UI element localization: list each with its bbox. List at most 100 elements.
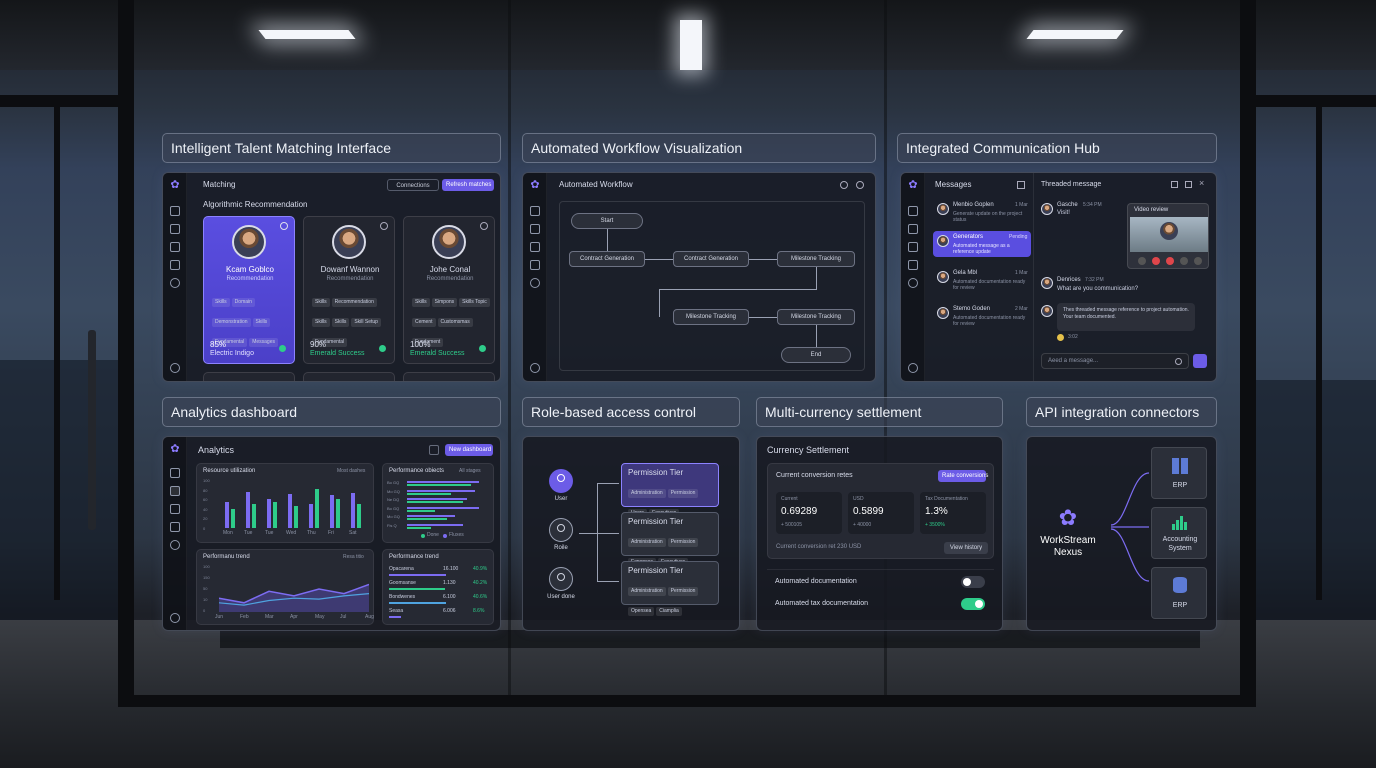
help-icon[interactable] [170, 363, 180, 373]
emoji-icon[interactable] [1175, 358, 1182, 365]
section-subtitle: Algorithmic Recommendation [203, 200, 308, 209]
video-review-window[interactable]: Video review [1127, 203, 1209, 269]
people-icon[interactable] [170, 206, 180, 216]
screen-share-icon[interactable] [1180, 257, 1188, 265]
calendar-icon[interactable] [908, 242, 918, 252]
rate-conversions-button[interactable]: Rate conversions [938, 470, 988, 482]
settings-icon[interactable] [530, 278, 540, 288]
node-contract-generation[interactable]: Contract Generation [673, 251, 749, 267]
inbox-icon[interactable] [908, 206, 918, 216]
camera-icon[interactable] [1166, 257, 1174, 265]
filter-icon[interactable] [429, 445, 439, 455]
window-frame [1240, 0, 1256, 705]
permission-tier-card[interactable]: Permission Tier Administration Permission… [621, 561, 719, 616]
users-icon[interactable] [170, 224, 180, 234]
x-tick: Mon [223, 530, 233, 536]
settings-icon[interactable] [908, 278, 918, 288]
chart-icon[interactable] [530, 260, 540, 270]
candidate-card[interactable]: Johe Conal Recommendation Skills Simpons S… [403, 216, 495, 364]
users-icon[interactable] [908, 224, 918, 234]
automated-documentation-toggle[interactable] [961, 576, 985, 588]
message-item[interactable]: Gela Mbl 1 Mar Automated documentation r… [931, 267, 1031, 293]
users-icon[interactable] [170, 468, 180, 478]
panel-title: Analytics [198, 445, 235, 455]
help-icon[interactable] [170, 613, 180, 623]
help-icon[interactable] [908, 363, 918, 373]
node-milestone-tracking[interactable]: Milestone Tracking [673, 309, 749, 325]
x-tick: Tue [265, 530, 274, 536]
conversion-rates-card: Current conversion retes Rate conversion… [767, 463, 994, 559]
info-icon[interactable] [280, 222, 288, 230]
node-contract-generation[interactable]: Contract Generation [569, 251, 645, 267]
card-filter[interactable]: Most dashes [337, 468, 365, 474]
node-start[interactable]: Start [571, 213, 643, 229]
connections-button[interactable]: Connections [387, 179, 439, 191]
info-icon[interactable] [380, 222, 388, 230]
progress-bar-green [407, 526, 431, 529]
analytics-panel: ✿ Analytics New dashboard Resource utili… [162, 436, 501, 631]
panel-title: Messages [935, 180, 972, 189]
settings-icon[interactable] [170, 278, 180, 288]
candidate-card[interactable]: Kcam Goblco Recommendation Skills DomainD… [203, 216, 295, 364]
user-role-icon[interactable] [549, 518, 573, 542]
node-milestone-tracking[interactable]: Milestone Tracking [777, 251, 855, 267]
connector-erp[interactable]: ERP [1151, 447, 1207, 499]
progress-bar-green [407, 509, 435, 512]
calendar-icon[interactable] [170, 504, 180, 514]
conversion-note: Current conversion ret 230 USD [776, 544, 862, 550]
row-label: Bondwenes [389, 594, 416, 600]
node-end[interactable]: End [781, 347, 851, 363]
emoji-reaction-icon[interactable] [1057, 334, 1064, 341]
refresh-matches-button[interactable]: Refresh matches [442, 179, 494, 191]
node-milestone-tracking[interactable]: Milestone Tracking [777, 309, 855, 325]
row-label: Mo GQ [387, 514, 400, 519]
minimize-icon[interactable] [1171, 181, 1178, 188]
new-dashboard-button[interactable]: New dashboard [445, 444, 493, 456]
card-filter[interactable]: Resa titio [343, 554, 364, 560]
card-filter[interactable]: All stages [459, 468, 481, 474]
message-input[interactable]: Aeed a message... [1041, 353, 1189, 369]
document-icon[interactable] [530, 242, 540, 252]
row-label: Seasa [389, 608, 404, 614]
video-icon[interactable] [170, 260, 180, 270]
home-icon[interactable] [530, 206, 540, 216]
mail-icon[interactable] [170, 522, 180, 532]
candidate-card[interactable] [403, 372, 495, 381]
help-icon[interactable] [530, 363, 540, 373]
analytics-icon[interactable] [170, 486, 180, 496]
close-icon[interactable]: × [1199, 178, 1204, 188]
row-label: Goomsanse [389, 580, 416, 586]
connector-accounting[interactable]: Accounting System [1151, 507, 1207, 559]
user-role-icon[interactable] [549, 567, 573, 591]
connector-line [749, 317, 777, 318]
connector-erp[interactable]: ERP [1151, 567, 1207, 619]
automated-tax-documentation-toggle[interactable] [961, 598, 985, 610]
send-button[interactable] [1193, 354, 1207, 368]
settings-icon[interactable] [856, 181, 864, 189]
section-title-workflow: Automated Workflow Visualization [522, 133, 876, 163]
settings-icon[interactable] [170, 540, 180, 550]
candidate-card[interactable]: Dowanf Wannon Recommendation Skills Recom… [303, 216, 395, 364]
message-item-selected[interactable]: Generators Pending Automated message as … [933, 231, 1031, 257]
permission-tier-card[interactable]: Permission Tier Administration Permission… [621, 463, 719, 518]
user-role-icon[interactable] [549, 469, 573, 493]
currency-panel: Currency Settlement Current conversion r… [756, 436, 1003, 631]
more-icon[interactable] [1194, 257, 1202, 265]
info-icon[interactable] [480, 222, 488, 230]
view-history-button[interactable]: View history [944, 542, 988, 554]
hangup-icon[interactable] [1152, 257, 1160, 265]
info-icon[interactable] [840, 181, 848, 189]
calendar-icon[interactable] [170, 242, 180, 252]
workstream-logo-icon: ✿ [1058, 505, 1078, 530]
progress-bar-purple [407, 506, 479, 509]
compose-icon[interactable] [1017, 181, 1025, 189]
permission-tier-card[interactable]: Permission Tier Administration Permission… [621, 512, 719, 567]
message-item[interactable]: Stemo Goden 2 Mar Automated documentatio… [931, 303, 1031, 329]
candidate-card[interactable] [203, 372, 295, 381]
flow-icon[interactable] [530, 224, 540, 234]
message-item[interactable]: Menbio Goplen 1 Mar Generate update on t… [931, 199, 1031, 225]
candidate-card[interactable] [303, 372, 395, 381]
expand-icon[interactable] [1185, 181, 1192, 188]
mic-icon[interactable] [1138, 257, 1146, 265]
video-icon[interactable] [908, 260, 918, 270]
